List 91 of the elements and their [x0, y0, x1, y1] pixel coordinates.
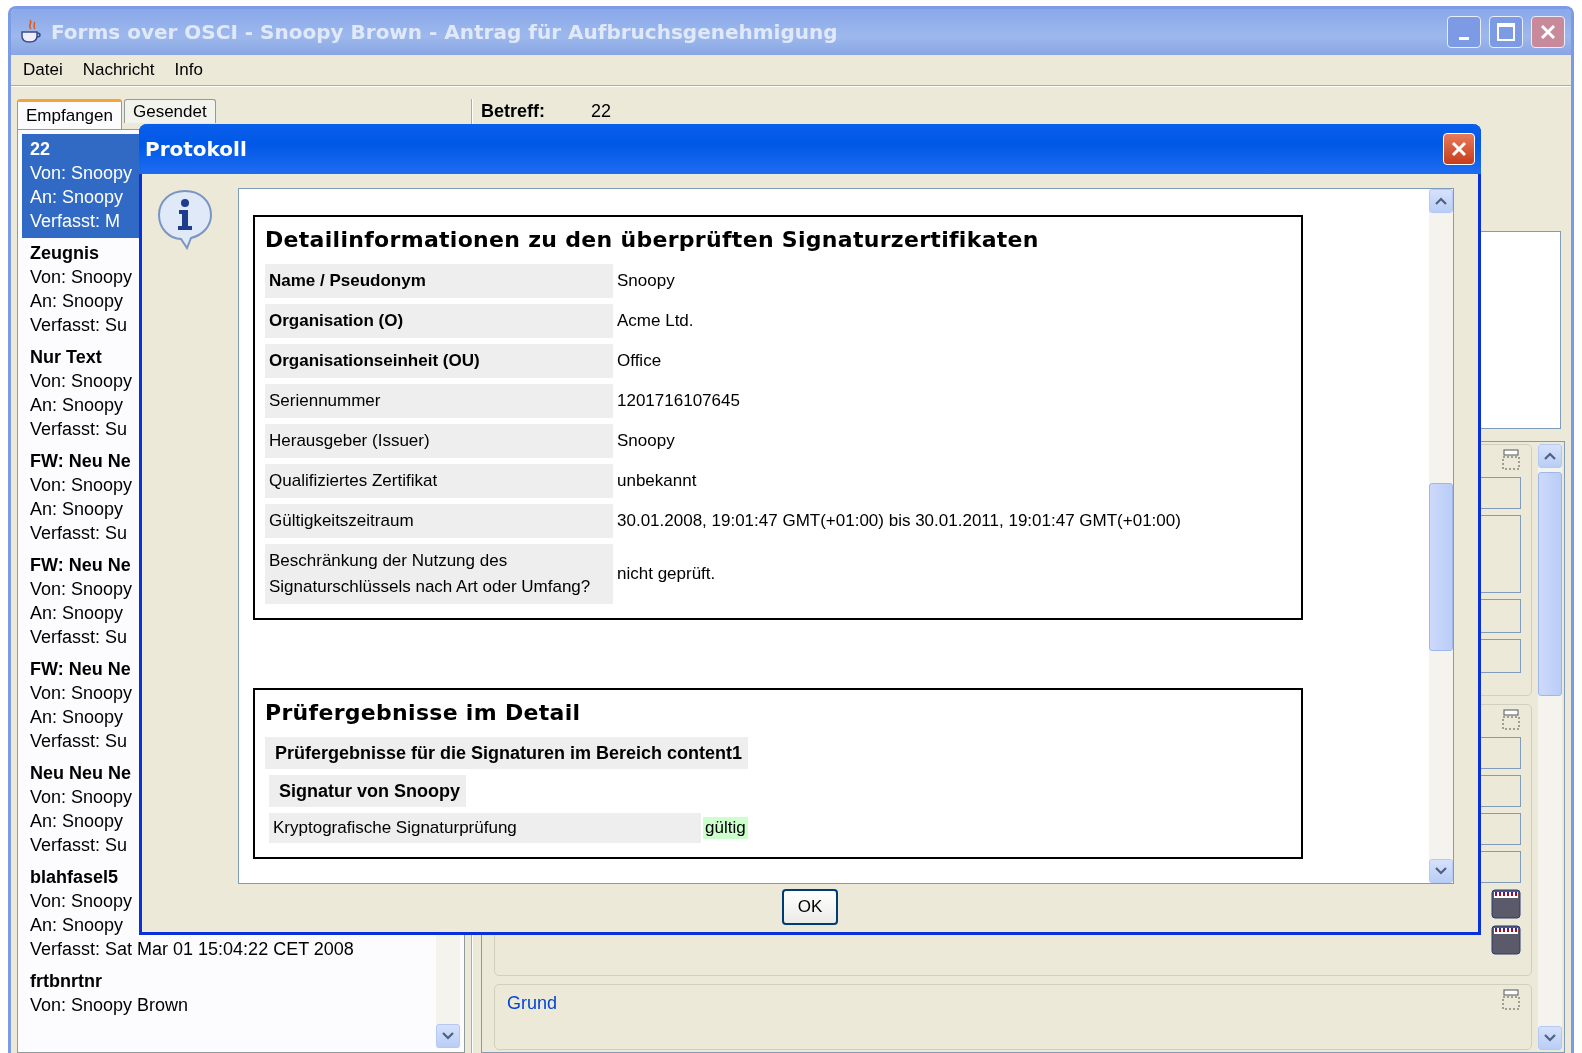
window-title: Forms over OSCI - Snoopy Brown - Antrag für Aufbruchsgenehmigung	[51, 20, 839, 44]
message-meta: Verfasst: Su	[30, 314, 128, 337]
message-meta: An: Snoopy	[30, 914, 124, 937]
field-label: Seriennummer	[265, 384, 613, 418]
field-value: 30.01.2008, 19:01:47 GMT(+01:00) bis 30.01.2011, 19:01:47 GMT(+01:00)	[616, 510, 1182, 532]
message-meta: Von: Snoopy	[30, 682, 133, 705]
field-value: unbekannt	[616, 470, 698, 492]
message-subject: Zeugnis	[30, 242, 99, 265]
message-meta: Von: Snoopy	[30, 370, 133, 393]
message-meta: Von: Snoopy	[30, 890, 133, 913]
scroll-down-button[interactable]	[436, 1024, 460, 1048]
field-value: Office	[616, 350, 663, 372]
scroll-thumb[interactable]	[1429, 483, 1453, 651]
message-meta: An: Snoopy	[30, 602, 124, 625]
scroll-up-button[interactable]	[1429, 189, 1453, 213]
message-subject: FW: Neu Ne	[30, 554, 131, 577]
maximize-button[interactable]	[1489, 16, 1523, 48]
info-icon	[156, 188, 214, 250]
close-button[interactable]	[1531, 16, 1565, 48]
field-value: Snoopy	[616, 430, 676, 452]
section-heading: Detailinformationen zu den überprüften Signaturzertifikaten	[265, 227, 1040, 252]
message-meta: Verfasst: M	[30, 210, 121, 233]
message-meta: Von: Snoopy	[30, 266, 133, 289]
message-meta: Von: Snoopy	[30, 474, 133, 497]
scroll-up-button[interactable]	[1538, 444, 1562, 468]
frame-toggle-icon[interactable]	[1501, 449, 1521, 471]
dialog-title: Protokoll	[145, 137, 247, 161]
frame-toggle-icon[interactable]	[1501, 709, 1521, 731]
scroll-down-button[interactable]	[1538, 1026, 1562, 1050]
field-label: Qualifiziertes Zertifikat	[265, 464, 613, 498]
field-label: Organisation (O)	[265, 304, 613, 338]
message-subject: FW: Neu Ne	[30, 450, 131, 473]
check-result: gültig	[703, 817, 748, 839]
minimize-button[interactable]	[1447, 16, 1481, 48]
message-meta: Verfasst: Su	[30, 522, 128, 545]
message-meta: Von: Snoopy	[30, 162, 133, 185]
menu-item[interactable]: Info	[174, 60, 203, 80]
message-meta: Verfasst: Su	[30, 626, 128, 649]
message-meta: Verfasst: Sat Mar 01 15:04:22 CET 2008	[30, 938, 354, 961]
subject-label: Betreff:	[481, 101, 545, 122]
field-label: Organisationseinheit (OU)	[265, 344, 613, 378]
message-meta: Verfasst: Su	[30, 834, 128, 857]
message-meta: An: Snoopy	[30, 186, 124, 209]
scrollbar[interactable]	[1538, 444, 1562, 1050]
message-meta: Verfasst: Su	[30, 730, 128, 753]
frame-toggle-icon[interactable]	[1501, 989, 1521, 1011]
coffee-cup-icon	[19, 19, 43, 45]
field-label: Herausgeber (Issuer)	[265, 424, 613, 458]
message-item[interactable]: frtbnrtnr Von: Snoopy Brown	[22, 966, 436, 1022]
close-icon	[1539, 23, 1557, 41]
close-icon	[1450, 140, 1468, 158]
field-value: Snoopy	[616, 270, 676, 292]
area-heading: Prüfergebnisse für die Signaturen im Bereich content1	[265, 737, 749, 769]
tab[interactable]: Gesendet	[123, 99, 216, 123]
field-value: nicht geprüft.	[616, 563, 717, 585]
message-meta: Von: Snoopy	[30, 786, 133, 809]
group-label: Grund	[507, 993, 558, 1014]
ok-button[interactable]: OK	[782, 888, 838, 925]
message-subject: FW: Neu Ne	[30, 658, 131, 681]
message-meta: An: Snoopy	[30, 810, 124, 833]
scrollbar[interactable]	[1429, 189, 1453, 883]
field-label: Name / Pseudonym	[265, 264, 613, 298]
scroll-thumb[interactable]	[1538, 472, 1562, 696]
message-meta: Verfasst: Su	[30, 418, 128, 441]
menu-item[interactable]: Nachricht	[82, 60, 155, 80]
field-label: Beschränkung der Nutzung des Signaturschlüssels nach Art oder Umfang?	[265, 544, 613, 604]
signature-heading: Signatur von Snoopy	[269, 775, 466, 807]
section-heading: Prüfergebnisse im Detail	[265, 700, 582, 725]
message-meta: Von: Snoopy Brown	[30, 994, 189, 1017]
message-subject: blahfasel5	[30, 866, 119, 889]
field-value: 1201716107645	[616, 390, 741, 412]
maximize-icon	[1496, 22, 1516, 42]
field-value: Acme Ltd.	[616, 310, 695, 332]
subject-value: 22	[591, 101, 612, 122]
message-subject: Nur Text	[30, 346, 102, 369]
field-label: Gültigkeitszeitraum	[265, 504, 613, 538]
message-meta: Von: Snoopy	[30, 578, 133, 601]
message-subject: frtbnrtnr	[30, 970, 102, 993]
menu-item[interactable]: Datei	[23, 60, 63, 80]
message-meta: An: Snoopy	[30, 498, 124, 521]
tab[interactable]: Empfangen	[17, 99, 122, 129]
message-meta: An: Snoopy	[30, 290, 124, 313]
calendar-icon[interactable]	[1491, 889, 1521, 919]
message-meta: An: Snoopy	[30, 706, 124, 729]
message-subject: 22	[30, 138, 51, 161]
message-meta: An: Snoopy	[30, 394, 124, 417]
calendar-icon[interactable]	[1491, 925, 1521, 955]
message-subject: Neu Neu Ne	[30, 762, 132, 785]
scroll-down-button[interactable]	[1429, 859, 1453, 883]
check-label: Kryptografische Signaturprüfung	[269, 813, 701, 843]
minimize-icon	[1459, 36, 1469, 40]
